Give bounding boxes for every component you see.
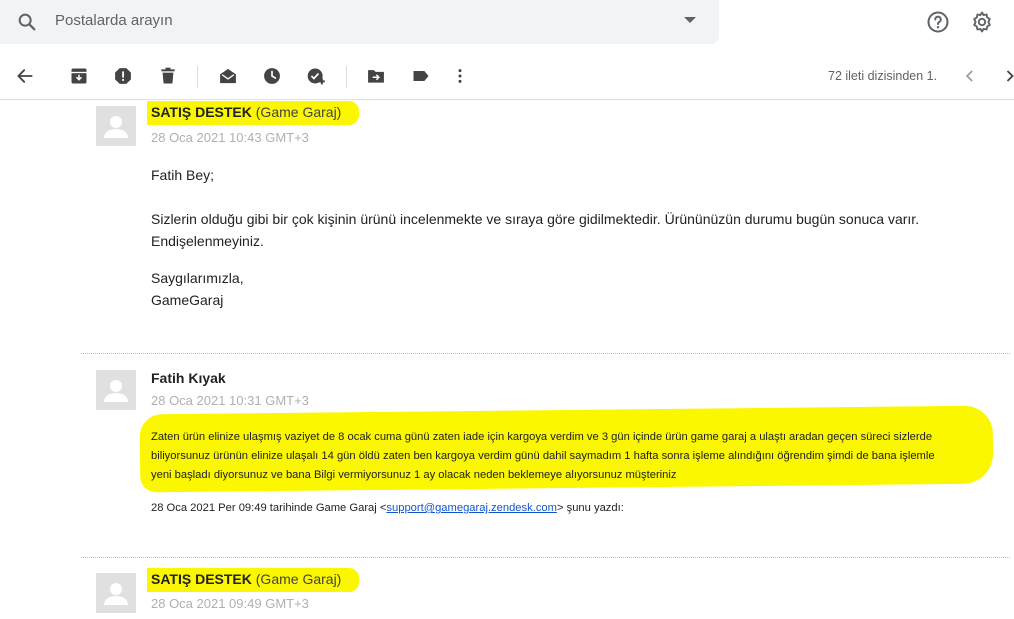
body-line: Zaten ürün elinize ulaşmış vaziyet de 8 … xyxy=(151,431,933,443)
highlight-mark: SATIŞ DESTEK (Game Garaj) xyxy=(151,101,360,125)
message-date: 28 Oca 2021 10:43 GMT+3 xyxy=(151,130,309,145)
message-divider xyxy=(81,557,1010,558)
quoted-reply-header: 28 Oca 2021 Per 09:49 tarihinde Game Gar… xyxy=(151,502,624,514)
body-line: Sizlerin olduğu gibi bir çok kişinin ürü… xyxy=(151,211,920,227)
snooze-icon[interactable] xyxy=(262,66,282,86)
caret-down-icon[interactable] xyxy=(684,17,696,23)
search-icon[interactable] xyxy=(16,11,38,33)
avatar[interactable] xyxy=(96,370,136,410)
chevron-right-icon[interactable] xyxy=(1000,66,1014,86)
add-task-icon[interactable] xyxy=(306,66,326,86)
reply-email-link[interactable]: support@gamegaraj.zendesk.com xyxy=(386,502,557,514)
chevron-left-icon[interactable] xyxy=(960,66,980,86)
reply-prefix: 28 Oca 2021 Per 09:49 tarihinde Game Gar… xyxy=(151,502,387,514)
sender[interactable]: SATIŞ DESTEK (Game Garaj) xyxy=(151,101,360,125)
archive-icon[interactable] xyxy=(69,66,89,86)
person-icon xyxy=(104,116,128,138)
report-spam-icon[interactable] xyxy=(113,66,133,86)
body-line: biliyorsunuz ürünün elinize ulaşalı 14 g… xyxy=(151,450,935,462)
message-date: 28 Oca 2021 10:31 GMT+3 xyxy=(151,393,309,408)
toolbar-separator xyxy=(346,66,347,88)
body-line: Endişelenmeyiniz. xyxy=(151,233,264,249)
avatar[interactable] xyxy=(96,106,136,146)
sender-org: (Game Garaj) xyxy=(255,104,342,120)
sender-name: SATIŞ DESTEK xyxy=(151,104,252,120)
search-input[interactable] xyxy=(55,12,655,29)
label-icon[interactable] xyxy=(411,66,431,86)
help-icon[interactable] xyxy=(926,10,950,34)
top-bar xyxy=(0,0,1014,48)
body-line: Saygılarımızla, xyxy=(151,270,244,286)
search-box[interactable] xyxy=(0,0,719,44)
body-line: Fatih Bey; xyxy=(151,167,215,183)
move-to-icon[interactable] xyxy=(366,66,386,86)
body-line: yeni başladı diyorsunuz ve bana Bilgi ve… xyxy=(151,469,677,481)
back-arrow-icon[interactable] xyxy=(15,66,35,86)
person-icon xyxy=(104,583,128,605)
toolbar-separator xyxy=(197,66,198,88)
mark-unread-icon[interactable] xyxy=(218,66,238,86)
highlight-mark: SATIŞ DESTEK (Game Garaj) xyxy=(151,568,360,592)
body-line: GameGaraj xyxy=(151,292,224,308)
sender-org: (Game Garaj) xyxy=(255,571,342,587)
person-icon xyxy=(104,380,128,402)
message-date: 28 Oca 2021 09:49 GMT+3 xyxy=(151,596,309,611)
delete-icon[interactable] xyxy=(158,66,178,86)
sender[interactable]: SATIŞ DESTEK (Game Garaj) xyxy=(151,568,360,592)
message-divider xyxy=(81,353,1010,354)
gear-icon[interactable] xyxy=(970,10,994,34)
sender-name: SATIŞ DESTEK xyxy=(151,571,252,587)
reply-suffix: > şunu yazdı: xyxy=(556,502,624,514)
more-vert-icon[interactable] xyxy=(450,66,470,86)
avatar[interactable] xyxy=(96,573,136,613)
pager-count: 72 ileti dizisinden 1. xyxy=(828,69,938,83)
sender-name[interactable]: Fatih Kıyak xyxy=(151,370,226,386)
message-toolbar: 72 ileti dizisinden 1. xyxy=(0,54,1014,100)
message-body: Zaten ürün elinize ulaşmış vaziyet de 8 … xyxy=(151,428,991,485)
